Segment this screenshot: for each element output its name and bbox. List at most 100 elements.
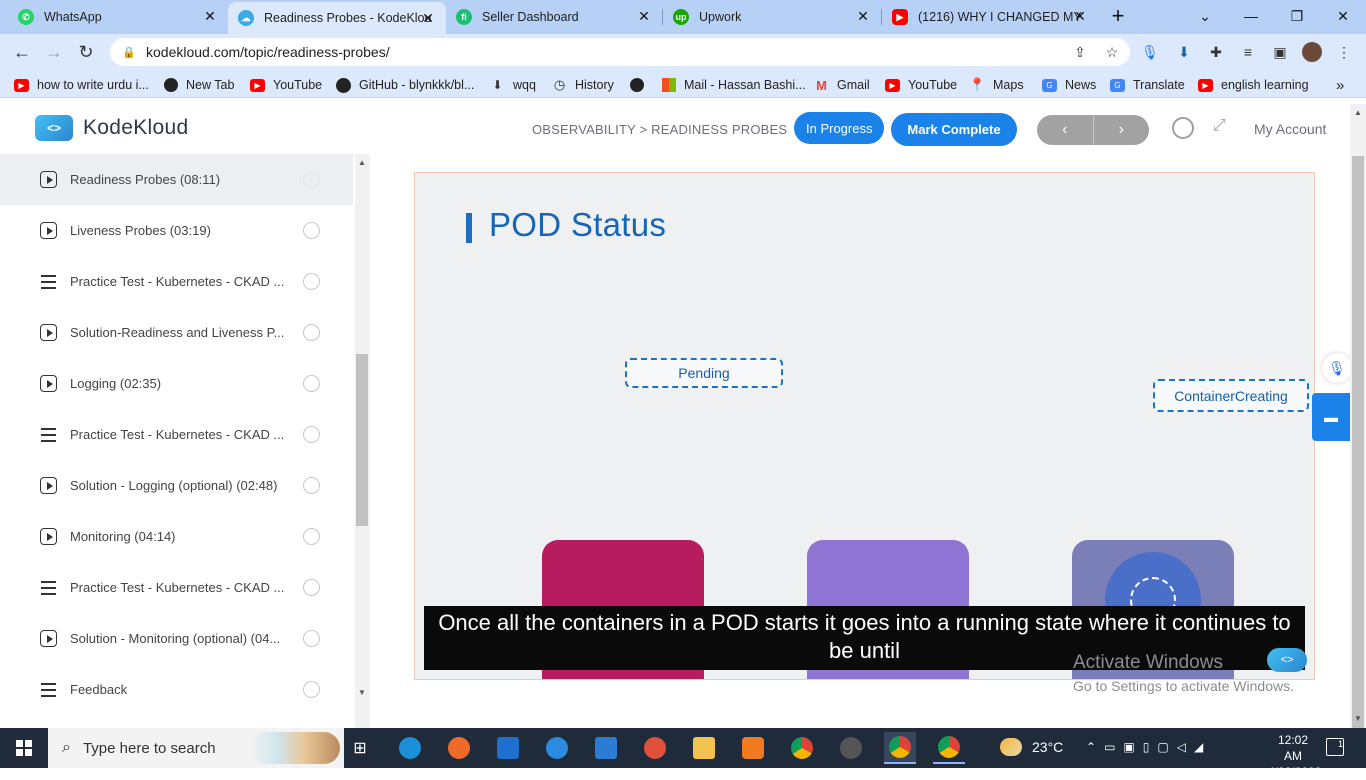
media-control-icon[interactable]: ≡ <box>1238 42 1258 62</box>
lock-icon[interactable]: 🔒 <box>122 46 138 59</box>
tab-youtube-video[interactable]: ▶ (1216) WHY I CHANGED MY ✕ <box>882 0 1098 34</box>
start-button[interactable] <box>0 728 48 768</box>
bookmark-item[interactable]: ▶ how to write urdu i... <box>14 76 149 94</box>
download-extension-icon[interactable]: ⬇ <box>1174 42 1194 62</box>
lesson-complete-checkbox[interactable] <box>303 477 320 494</box>
lesson-complete-checkbox[interactable] <box>303 426 320 443</box>
wifi-icon[interactable]: ◢ <box>1194 740 1203 754</box>
chat-button[interactable]: ▬ <box>1312 393 1350 441</box>
scroll-up-arrow-icon[interactable]: ▲ <box>1354 108 1362 117</box>
lesson-complete-checkbox[interactable] <box>303 681 320 698</box>
tab-whatsapp[interactable]: ✆ WhatsApp ✕ <box>8 0 228 34</box>
back-button[interactable]: ← <box>8 38 36 66</box>
lesson-complete-checkbox[interactable] <box>303 375 320 392</box>
lesson-complete-checkbox[interactable] <box>303 579 320 596</box>
network-icon[interactable]: ▭ <box>1104 740 1115 754</box>
video-player[interactable]: POD Status Pending ContainerCreating <box>414 172 1315 680</box>
store-app-icon[interactable] <box>492 732 524 764</box>
bookmark-item[interactable] <box>630 76 652 94</box>
previous-lesson-button[interactable]: ‹ <box>1037 115 1093 145</box>
chrome-profile-app-icon[interactable] <box>933 732 965 764</box>
scroll-down-arrow-icon[interactable]: ▼ <box>358 688 366 697</box>
close-tab-icon[interactable]: ✕ <box>1072 8 1088 25</box>
lesson-complete-checkbox[interactable] <box>303 273 320 290</box>
sidebar-scrollbar[interactable]: ▲ ▼ <box>355 154 370 728</box>
close-tab-icon[interactable]: ✕ <box>202 8 218 25</box>
volume-icon[interactable]: ◁ <box>1177 740 1186 754</box>
browser-menu-icon[interactable]: ⋮ <box>1334 42 1354 62</box>
close-tab-icon[interactable]: ✕ <box>855 8 871 25</box>
app-icon[interactable] <box>737 732 769 764</box>
lesson-item[interactable]: Feedback <box>0 664 353 715</box>
mail-app-icon[interactable] <box>590 732 622 764</box>
lesson-item[interactable]: Monitoring (04:14) <box>0 511 353 562</box>
lesson-item[interactable]: Practice Test - Kubernetes - CKAD ... <box>0 409 353 460</box>
taskbar-search[interactable]: ⌕ Type here to search <box>48 728 344 768</box>
bookmark-item[interactable]: G News <box>1042 76 1096 94</box>
kodekloud-logo[interactable]: <> KodeKloud <box>35 115 188 141</box>
mic-extension-icon[interactable]: 🎙 <box>1140 42 1160 62</box>
url-text[interactable]: kodekloud.com/topic/readiness-probes/ <box>146 44 390 60</box>
fullscreen-icon[interactable]: ⤢ <box>1213 117 1226 135</box>
display-icon[interactable]: ▢ <box>1157 740 1168 754</box>
more-bookmarks-button[interactable]: » <box>1336 76 1344 94</box>
lesson-item[interactable]: Readiness Probes (08:11) <box>0 154 353 205</box>
sidebar-scrollbar-thumb[interactable] <box>356 354 368 526</box>
show-hidden-icons-icon[interactable]: ⌃ <box>1086 740 1096 754</box>
lesson-item[interactable]: Solution - Monitoring (optional) (04... <box>0 613 353 664</box>
minimize-button[interactable]: — <box>1228 0 1274 32</box>
lesson-complete-checkbox[interactable] <box>303 222 320 239</box>
mark-complete-button[interactable]: Mark Complete <box>891 113 1017 146</box>
bookmark-item[interactable]: M Gmail <box>814 76 870 94</box>
page-scrollbar[interactable]: ▲ ▼ <box>1350 104 1366 752</box>
scroll-up-arrow-icon[interactable]: ▲ <box>358 158 366 167</box>
bookmark-item[interactable]: ▶ english learning <box>1198 76 1309 94</box>
chrome-app-icon[interactable] <box>786 732 818 764</box>
tab-seller-dashboard[interactable]: fi Seller Dashboard ✕ <box>446 0 662 34</box>
reload-button[interactable]: ↻ <box>72 38 100 66</box>
close-window-button[interactable]: ✕ <box>1320 0 1366 32</box>
share-icon[interactable]: ⇪ <box>1070 42 1090 62</box>
chrome-app-running-icon[interactable] <box>884 732 916 764</box>
lesson-complete-checkbox[interactable] <box>303 630 320 647</box>
dark-mode-toggle-icon[interactable] <box>1172 117 1194 139</box>
forward-button[interactable]: → <box>40 38 68 66</box>
address-bar[interactable]: 🔒 kodekloud.com/topic/readiness-probes/ <box>110 38 1130 66</box>
lesson-item[interactable]: Practice Test - Kubernetes - CKAD ... <box>0 562 353 613</box>
app-icon[interactable] <box>541 732 573 764</box>
lesson-complete-checkbox[interactable] <box>303 528 320 545</box>
tab-upwork[interactable]: up Upwork ✕ <box>663 0 881 34</box>
bookmark-star-icon[interactable]: ☆ <box>1102 42 1122 62</box>
task-view-icon[interactable]: ⊞ <box>344 732 376 764</box>
file-explorer-icon[interactable] <box>688 732 720 764</box>
restore-button[interactable]: ❐ <box>1274 0 1320 32</box>
bookmark-item[interactable]: ▶ YouTube <box>885 76 957 94</box>
system-clock[interactable]: 12:02 AM 4/22/2023 <box>1268 732 1321 780</box>
bookmark-item[interactable]: ▶ YouTube <box>250 76 322 94</box>
status-badge[interactable]: In Progress <box>794 112 885 144</box>
tab-readiness-probes[interactable]: ☁ Readiness Probes - KodeKlou ✕ <box>228 2 446 34</box>
lesson-item[interactable]: Logging (02:35) <box>0 358 353 409</box>
profile-avatar[interactable] <box>1302 42 1322 62</box>
next-lesson-button[interactable]: › <box>1094 115 1150 145</box>
lesson-item[interactable]: Practice Test - Kubernetes - CKAD ... <box>0 256 353 307</box>
tab-search-chevron-icon[interactable]: ⌄ <box>1182 0 1228 32</box>
close-tab-icon[interactable]: ✕ <box>420 10 436 27</box>
bookmark-item[interactable]: New Tab <box>164 76 234 94</box>
bookmark-item[interactable]: 📍 Maps <box>969 76 1023 94</box>
close-tab-icon[interactable]: ✕ <box>636 8 652 25</box>
side-panel-icon[interactable]: ▣ <box>1270 42 1290 62</box>
voice-input-icon[interactable]: 🎙 <box>1322 353 1352 383</box>
lesson-complete-checkbox[interactable] <box>303 324 320 341</box>
lesson-item[interactable]: Liveness Probes (03:19) <box>0 205 353 256</box>
lesson-item[interactable]: Solution - Logging (optional) (02:48) <box>0 460 353 511</box>
bookmark-item[interactable]: ◷ History <box>552 76 614 94</box>
page-scrollbar-thumb[interactable] <box>1352 156 1364 752</box>
weather-widget[interactable]: 23°C <box>1000 738 1063 756</box>
my-account-link[interactable]: My Account <box>1254 121 1326 137</box>
scroll-down-arrow-icon[interactable]: ▼ <box>1354 714 1362 723</box>
app-icon[interactable] <box>639 732 671 764</box>
extensions-puzzle-icon[interactable]: ✚ <box>1206 42 1226 62</box>
lesson-item[interactable]: Solution-Readiness and Liveness P... <box>0 307 353 358</box>
firefox-app-icon[interactable] <box>443 732 475 764</box>
